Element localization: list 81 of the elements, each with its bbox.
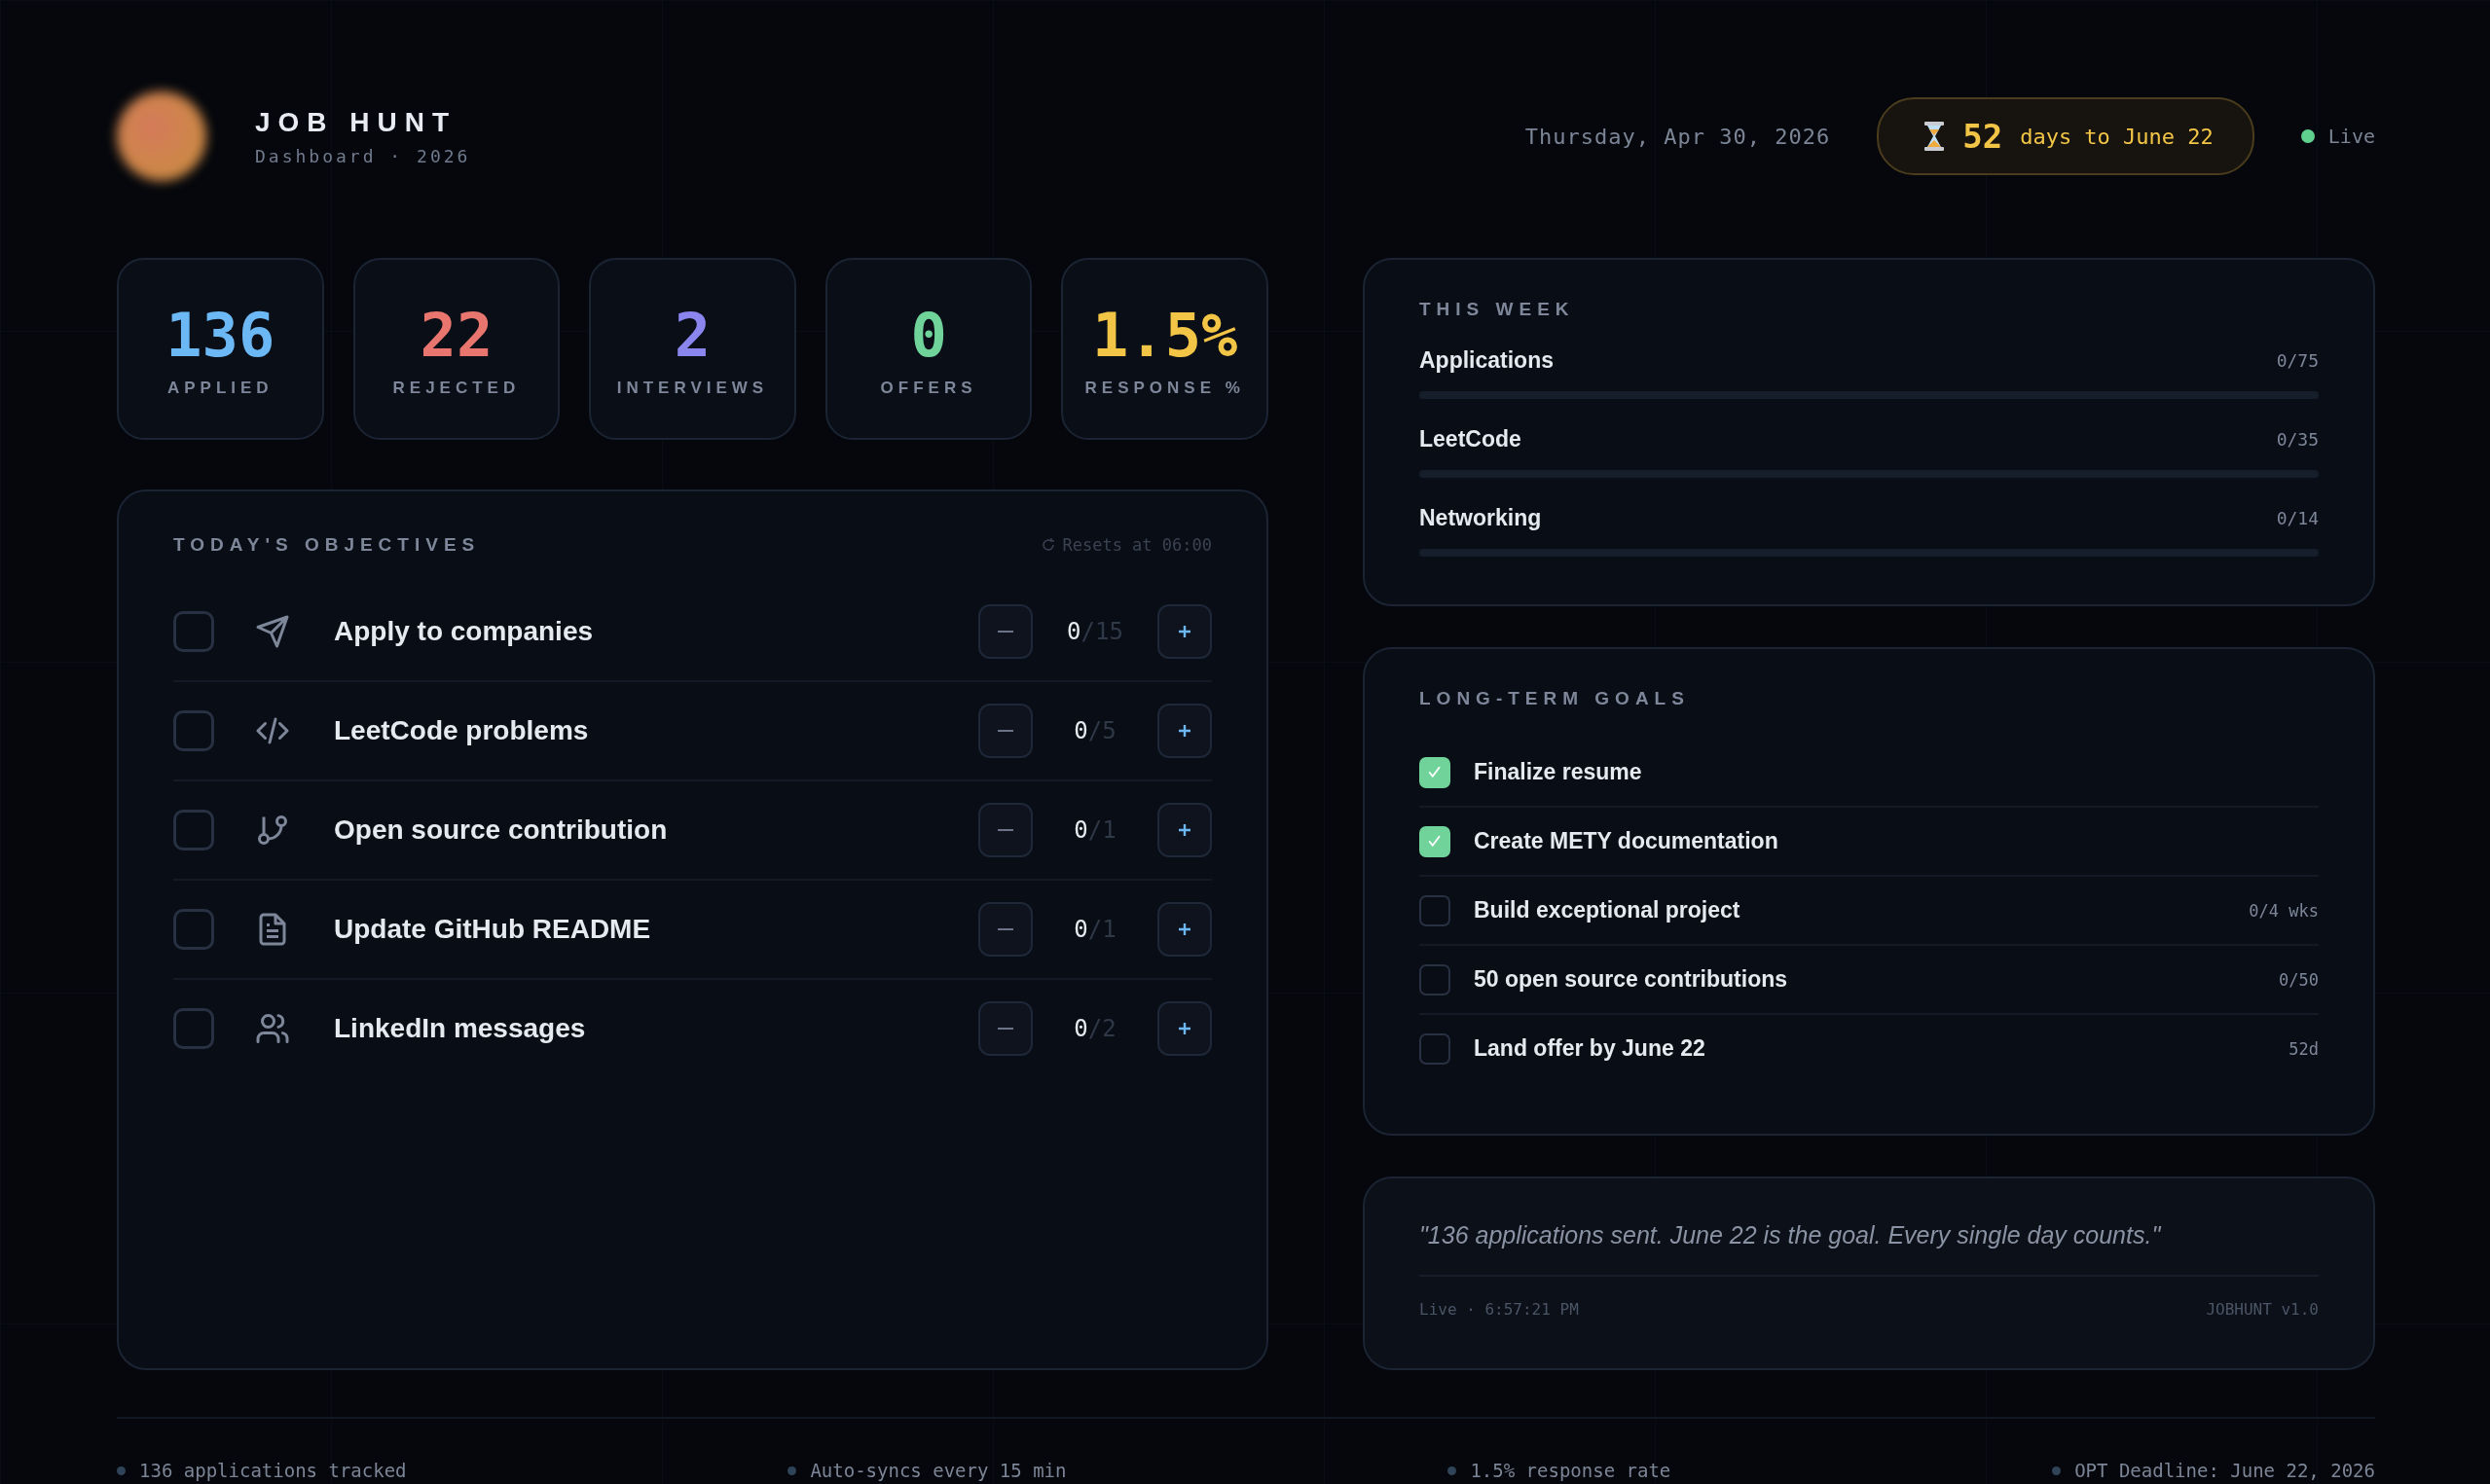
objective-label: Update GitHub README bbox=[334, 914, 652, 945]
live-dot bbox=[2300, 129, 2315, 143]
checkbox[interactable] bbox=[1419, 894, 1450, 926]
live-label: Live bbox=[2327, 125, 2375, 148]
checkbox[interactable] bbox=[173, 1008, 214, 1049]
objective-label: Apply to companies bbox=[334, 616, 595, 647]
version-label: JOBHUNT v1.0 bbox=[2206, 1300, 2319, 1319]
stat-value: 136 bbox=[165, 300, 275, 371]
paper-plane-icon bbox=[255, 614, 290, 649]
bullet-dot bbox=[787, 1466, 797, 1475]
stat-label: OFFERS bbox=[880, 378, 977, 398]
decrement-button[interactable] bbox=[978, 803, 1033, 857]
goal-label: Create METY documentation bbox=[1474, 828, 1779, 854]
footer-note: 136 applications tracked bbox=[139, 1460, 407, 1481]
goal-note: 0/4 wks bbox=[2249, 900, 2319, 921]
goal-label: Finalize resume bbox=[1474, 759, 1643, 785]
week-reading: 0/75 bbox=[2276, 350, 2319, 371]
objective-label: Open source contribution bbox=[334, 814, 669, 846]
stat-label: REJECTED bbox=[392, 378, 521, 398]
week-reading: 0/14 bbox=[2276, 508, 2319, 528]
decrement-button[interactable] bbox=[978, 902, 1033, 957]
current-date: Thursday, Apr 30, 2026 bbox=[1524, 124, 1831, 149]
objective-label: LinkedIn messages bbox=[334, 1013, 587, 1044]
app-title: JOB HUNT bbox=[255, 106, 458, 138]
stat-value: 0 bbox=[910, 300, 947, 371]
minus-icon bbox=[998, 928, 1013, 930]
stat-value: 22 bbox=[420, 300, 494, 371]
refresh-icon bbox=[1041, 537, 1057, 553]
app-subtitle: Dashboard · 2026 bbox=[255, 145, 471, 166]
minus-icon bbox=[998, 1028, 1013, 1030]
minus-icon bbox=[998, 829, 1013, 831]
week-reading: 0/35 bbox=[2276, 429, 2319, 450]
minus-icon bbox=[998, 730, 1013, 732]
increment-button[interactable] bbox=[1157, 604, 1212, 659]
stat-label: RESPONSE % bbox=[1084, 378, 1245, 398]
week-label: Networking bbox=[1419, 505, 1542, 531]
stat-label: INTERVIEWS bbox=[616, 378, 769, 398]
increment-button[interactable] bbox=[1157, 704, 1212, 758]
checkbox[interactable] bbox=[173, 909, 214, 950]
stat-label: APPLIED bbox=[166, 378, 274, 398]
branch-icon bbox=[255, 813, 290, 848]
footer-note: Auto-syncs every 15 min bbox=[810, 1460, 1067, 1481]
goal-note: 52d bbox=[2289, 1038, 2319, 1059]
panel-title: THIS WEEK bbox=[1419, 299, 1575, 319]
countdown-label: days to June 22 bbox=[2020, 124, 2214, 149]
goal-note: 0/50 bbox=[2279, 969, 2319, 990]
days-count: 52 bbox=[1962, 117, 2003, 156]
reset-note: Resets at 06:00 bbox=[1062, 535, 1212, 555]
bullet-dot bbox=[117, 1466, 126, 1475]
checkbox[interactable] bbox=[173, 810, 214, 851]
bullet-dot bbox=[1447, 1466, 1457, 1475]
checkbox[interactable] bbox=[1419, 756, 1450, 788]
checkbox[interactable] bbox=[173, 710, 214, 751]
footer-note: 1.5% response rate bbox=[1470, 1460, 1671, 1481]
goal-label: Build exceptional project bbox=[1474, 897, 1741, 923]
users-icon bbox=[255, 1011, 290, 1046]
checkbox[interactable] bbox=[1419, 1032, 1450, 1065]
panel-title: TODAY'S OBJECTIVES bbox=[173, 534, 481, 556]
objective-label: LeetCode problems bbox=[334, 715, 590, 746]
quote-text: "136 applications sent. June 22 is the goal. Every single day counts." bbox=[1419, 1221, 2319, 1277]
live-timestamp: Live · 6:57:21 PM bbox=[1419, 1300, 1579, 1319]
increment-button[interactable] bbox=[1157, 1001, 1212, 1056]
goal-label: Land offer by June 22 bbox=[1474, 1035, 1706, 1062]
footer-note: OPT Deadline: June 22, 2026 bbox=[2074, 1460, 2375, 1481]
stat-value: 2 bbox=[674, 300, 712, 371]
decrement-button[interactable] bbox=[978, 704, 1033, 758]
increment-button[interactable] bbox=[1157, 803, 1212, 857]
bullet-dot bbox=[2052, 1466, 2062, 1475]
checkbox[interactable] bbox=[173, 611, 214, 652]
week-label: LeetCode bbox=[1419, 426, 1521, 452]
checkbox[interactable] bbox=[1419, 825, 1450, 857]
stat-value: 1.5% bbox=[1092, 300, 1238, 371]
checkbox[interactable] bbox=[1419, 963, 1450, 995]
panel-title: LONG-TERM GOALS bbox=[1419, 688, 1690, 708]
decrement-button[interactable] bbox=[978, 604, 1033, 659]
goal-label: 50 open source contributions bbox=[1474, 966, 1789, 993]
decrement-button[interactable] bbox=[978, 1001, 1033, 1056]
minus-icon bbox=[998, 631, 1013, 633]
week-label: Applications bbox=[1419, 347, 1554, 374]
increment-button[interactable] bbox=[1157, 902, 1212, 957]
hourglass-icon bbox=[1923, 122, 1946, 151]
